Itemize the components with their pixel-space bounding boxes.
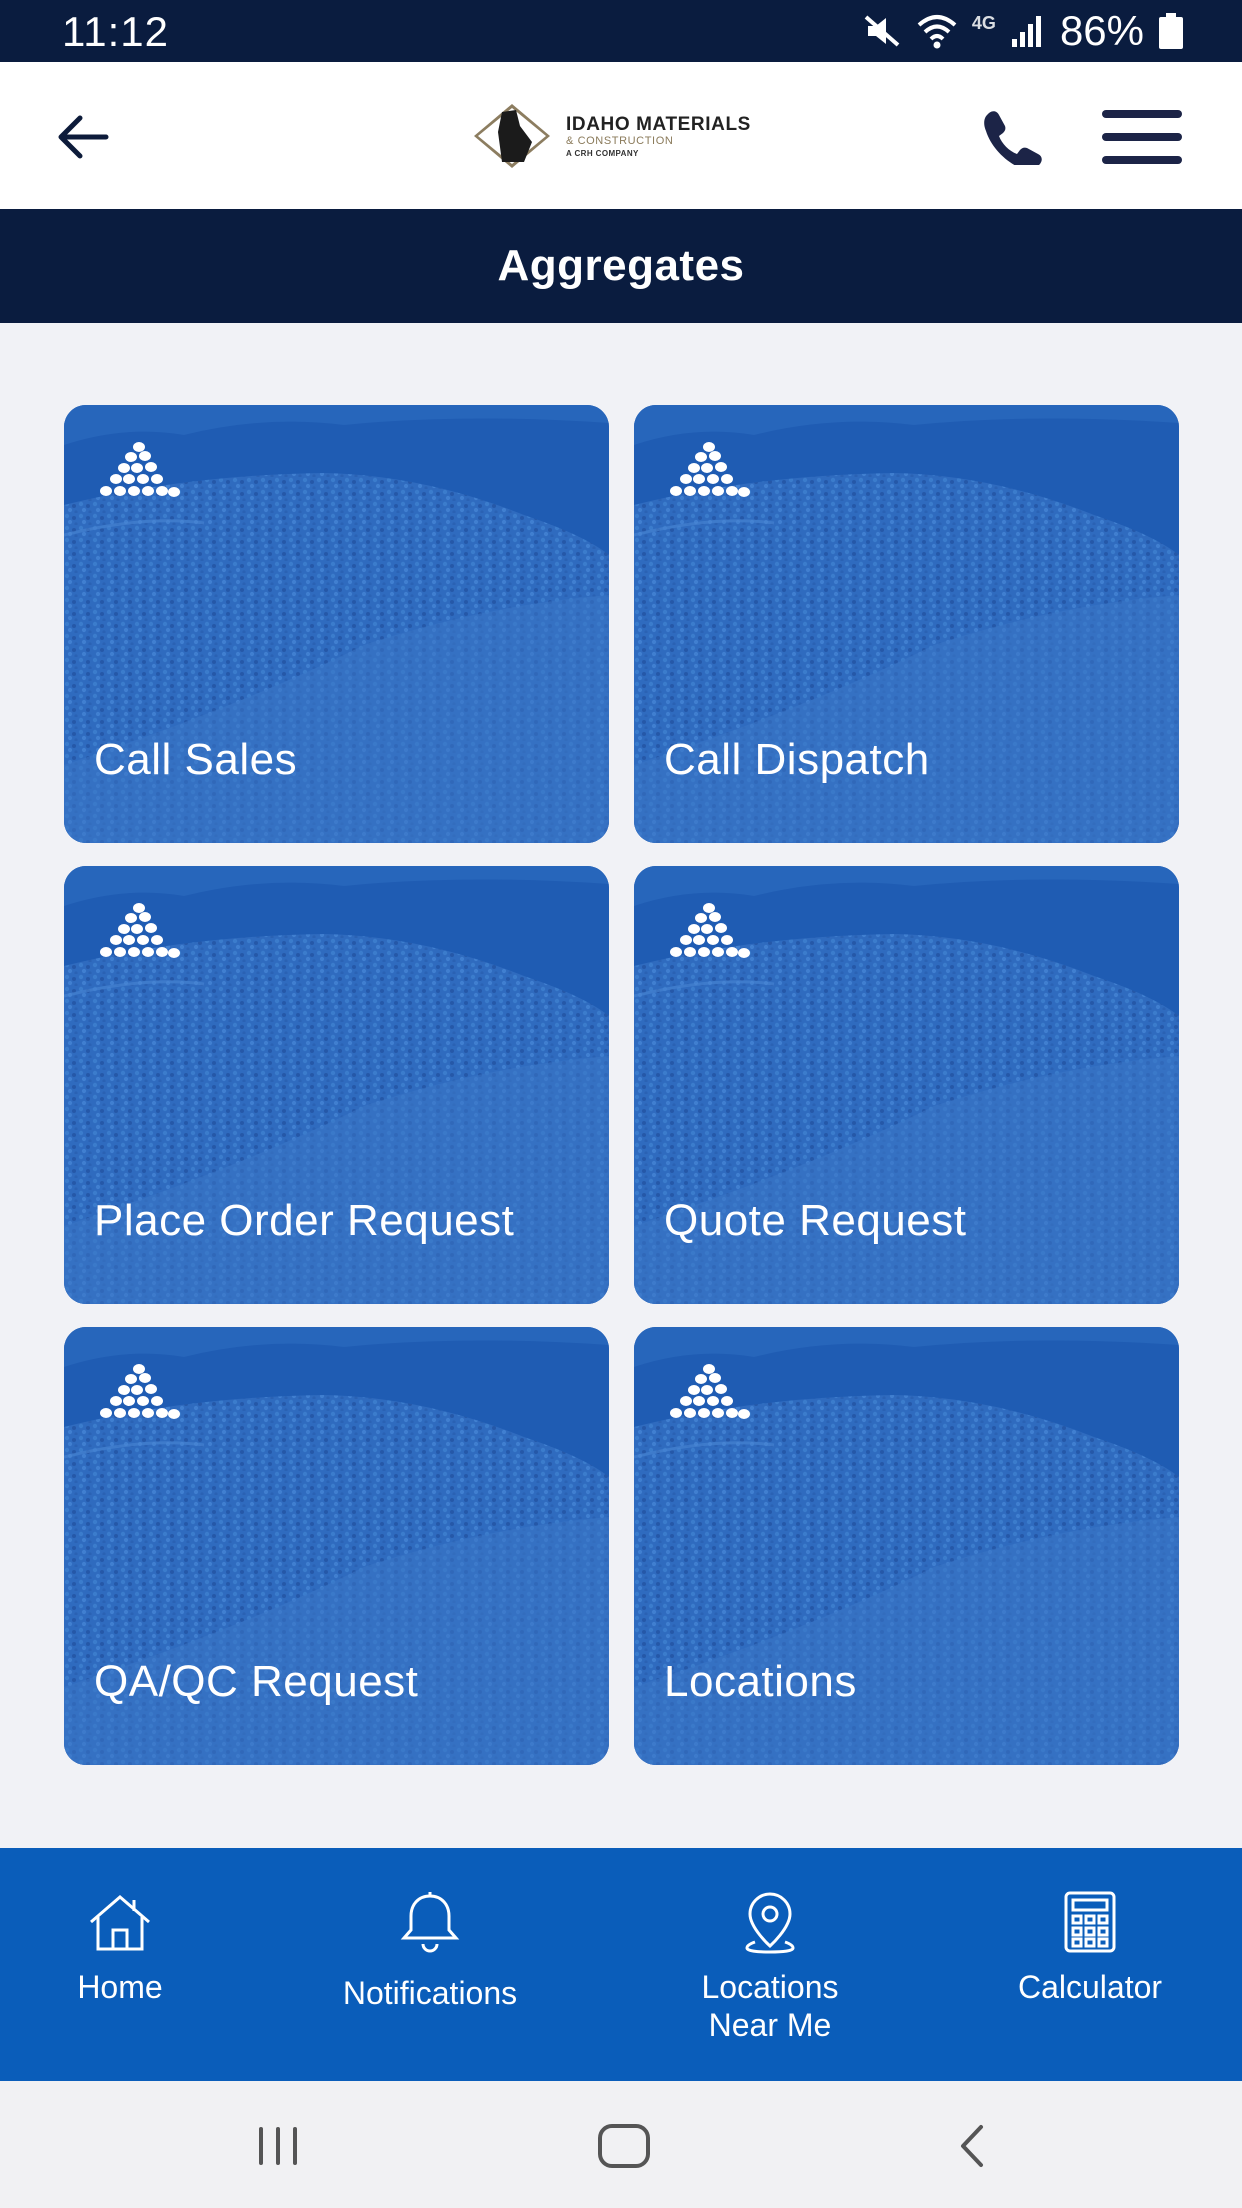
page-title: Aggregates bbox=[497, 241, 745, 290]
tile-locations[interactable]: Locations bbox=[634, 1327, 1179, 1765]
nav-label: Notifications bbox=[342, 1975, 518, 2011]
gravel-pile-icon bbox=[100, 1364, 180, 1419]
status-bar: 11:12 4G 86% bbox=[0, 0, 1242, 62]
nav-calculator[interactable]: Calculator bbox=[990, 1848, 1190, 2081]
bell-icon bbox=[395, 1890, 465, 1954]
menu-line bbox=[1102, 133, 1182, 141]
arrow-left-icon bbox=[58, 115, 109, 159]
nav-label: Calculator bbox=[1017, 1969, 1163, 2005]
network-type: 4G bbox=[971, 12, 996, 33]
tile-label: Place Order Request bbox=[94, 1196, 515, 1245]
logo-mark-icon bbox=[474, 104, 550, 168]
tile-label: Quote Request bbox=[664, 1196, 967, 1245]
nav-home[interactable]: Home bbox=[40, 1848, 200, 2081]
back-button[interactable] bbox=[50, 104, 116, 170]
logo-name: IDAHO MATERIALS bbox=[566, 113, 751, 135]
app-header: IDAHO MATERIALS & CONSTRUCTION A CRH COM… bbox=[0, 62, 1242, 209]
signal-icon bbox=[1010, 13, 1046, 49]
battery-icon bbox=[1158, 12, 1184, 50]
tile-call-dispatch[interactable]: Call Dispatch bbox=[634, 405, 1179, 843]
wifi-icon bbox=[916, 11, 958, 51]
gravel-pile-icon bbox=[100, 903, 180, 958]
nav-label: Locations Near Me bbox=[701, 1969, 839, 2043]
home-system-button[interactable] bbox=[584, 2111, 664, 2181]
tile-label: QA/QC Request bbox=[94, 1657, 419, 1706]
chevron-left-icon bbox=[961, 2125, 983, 2167]
bottom-nav: Home Notifications Locations Near Me Cal… bbox=[0, 1848, 1242, 2081]
title-bar: Aggregates bbox=[0, 209, 1242, 323]
tile-quote-request[interactable]: Quote Request bbox=[634, 866, 1179, 1304]
tile-qa-qc-request[interactable]: QA/QC Request bbox=[64, 1327, 609, 1765]
tile-label: Call Sales bbox=[94, 735, 298, 784]
phone-icon bbox=[984, 111, 1042, 165]
system-nav-bar bbox=[0, 2081, 1242, 2208]
logo-tagline: A CRH COMPANY bbox=[566, 148, 639, 158]
status-time: 11:12 bbox=[62, 8, 169, 55]
company-logo: IDAHO MATERIALS & CONSTRUCTION A CRH COM… bbox=[472, 102, 751, 170]
home-icon bbox=[85, 1890, 155, 1954]
nav-label: Home bbox=[77, 1969, 163, 2005]
battery-percent: 86% bbox=[1059, 7, 1144, 54]
menu-button[interactable] bbox=[1102, 104, 1182, 170]
phone-button[interactable] bbox=[978, 104, 1044, 170]
back-system-button[interactable] bbox=[932, 2111, 1012, 2181]
logo-subtitle: & CONSTRUCTION bbox=[566, 134, 674, 147]
location-pin-icon bbox=[735, 1890, 805, 1954]
tile-place-order-request[interactable]: Place Order Request bbox=[64, 866, 609, 1304]
gravel-pile-icon bbox=[670, 1364, 750, 1419]
tile-label: Call Dispatch bbox=[664, 735, 930, 784]
gravel-pile-icon bbox=[670, 442, 750, 497]
tile-call-sales[interactable]: Call Sales bbox=[64, 405, 609, 843]
nav-notifications[interactable]: Notifications bbox=[310, 1848, 550, 2081]
recent-apps-button[interactable] bbox=[238, 2111, 318, 2181]
status-icons: 4G 86% bbox=[862, 7, 1184, 54]
menu-line bbox=[1102, 156, 1182, 164]
gravel-pile-icon bbox=[670, 903, 750, 958]
gravel-pile-icon bbox=[100, 442, 180, 497]
home-square-icon bbox=[598, 2124, 650, 2168]
mute-icon bbox=[862, 11, 902, 51]
nav-locations-near-me[interactable]: Locations Near Me bbox=[660, 1848, 880, 2081]
menu-line bbox=[1102, 110, 1182, 118]
recent-apps-icon bbox=[259, 2127, 297, 2165]
tile-label: Locations bbox=[664, 1657, 857, 1706]
calculator-icon bbox=[1055, 1890, 1125, 1954]
